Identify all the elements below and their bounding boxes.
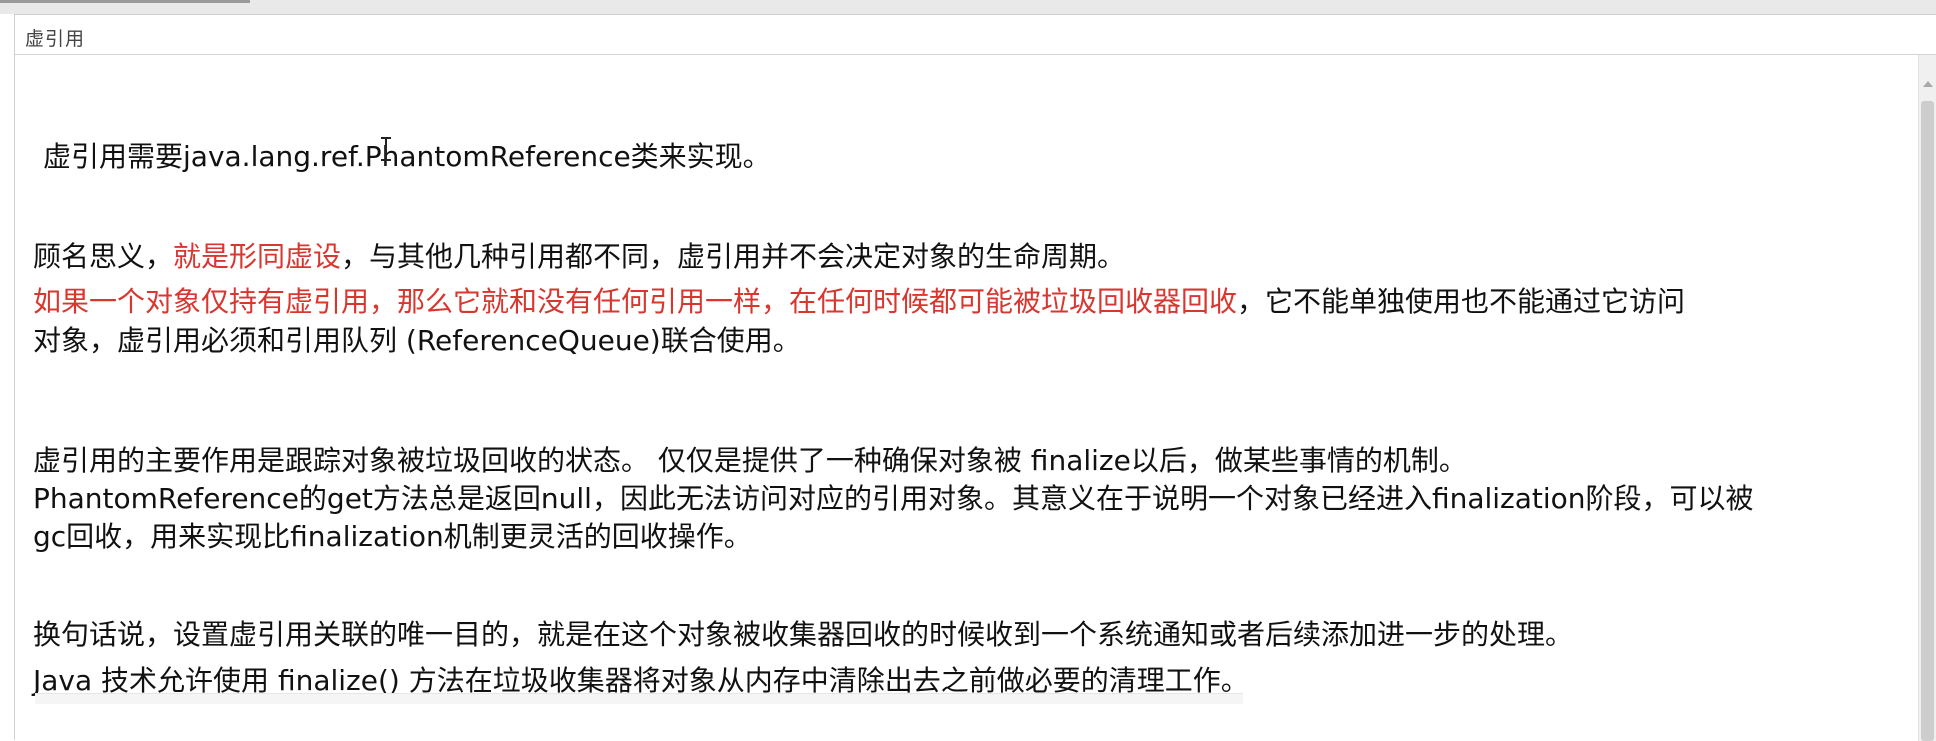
text-segment: 顾名思义， bbox=[33, 240, 174, 273]
paragraph-purpose: 虚引用的主要作用是跟踪对象被垃圾回收的状态。 仅仅是提供了一种确保对象被 fin… bbox=[33, 444, 1467, 477]
paragraph-get-method-line1: PhantomReference的get方法总是返回null，因此无法访问对应的… bbox=[33, 482, 1754, 515]
text-cursor-icon bbox=[381, 137, 391, 161]
emphasis-text: 如果一个对象仅持有虚引用，那么它就和没有任何引用一样，在任何时候都可能被垃圾回收… bbox=[33, 285, 1238, 318]
title-bar: 虚引用 bbox=[15, 15, 1936, 55]
note-content[interactable]: 虚引用需要java.lang.ref.PhantomReference类来实现。… bbox=[25, 55, 1905, 741]
vertical-scrollbar[interactable] bbox=[1918, 55, 1936, 741]
paragraph-usage-line2: 对象，虚引用必须和引用队列 (ReferenceQueue)联合使用。 bbox=[33, 324, 801, 357]
paragraph-meaning: 顾名思义，就是形同虚设，与其他几种引用都不同，虚引用并不会决定对象的生命周期。 bbox=[33, 237, 1125, 277]
active-tab-indicator bbox=[0, 0, 250, 3]
top-strip bbox=[0, 0, 1936, 14]
text-segment: ，与其他几种引用都不同，虚引用并不会决定对象的生命周期。 bbox=[341, 240, 1126, 273]
code-block-edge bbox=[35, 693, 1243, 704]
text-segment: ，它不能单独使用也不能通过它访问 bbox=[1237, 285, 1686, 318]
paragraph-summary: 换句话说，设置虚引用关联的唯一目的，就是在这个对象被收集器回收的时候收到一个系统… bbox=[33, 618, 1574, 651]
paragraph-intro: 虚引用需要java.lang.ref.PhantomReference类来实现。 bbox=[43, 140, 771, 173]
window-title: 虚引用 bbox=[25, 28, 86, 50]
paragraph-usage-line1: 如果一个对象仅持有虚引用，那么它就和没有任何引用一样，在任何时候都可能被垃圾回收… bbox=[33, 282, 1685, 322]
scrollbar-thumb[interactable] bbox=[1921, 101, 1934, 741]
emphasis-text: 就是形同虚设 bbox=[173, 240, 342, 273]
scroll-up-icon[interactable] bbox=[1923, 81, 1933, 87]
note-window: 虚引用 虚引用需要java.lang.ref.PhantomReference类… bbox=[14, 14, 1936, 741]
paragraph-get-method-line2: gc回收，用来实现比finalization机制更灵活的回收操作。 bbox=[33, 520, 752, 553]
